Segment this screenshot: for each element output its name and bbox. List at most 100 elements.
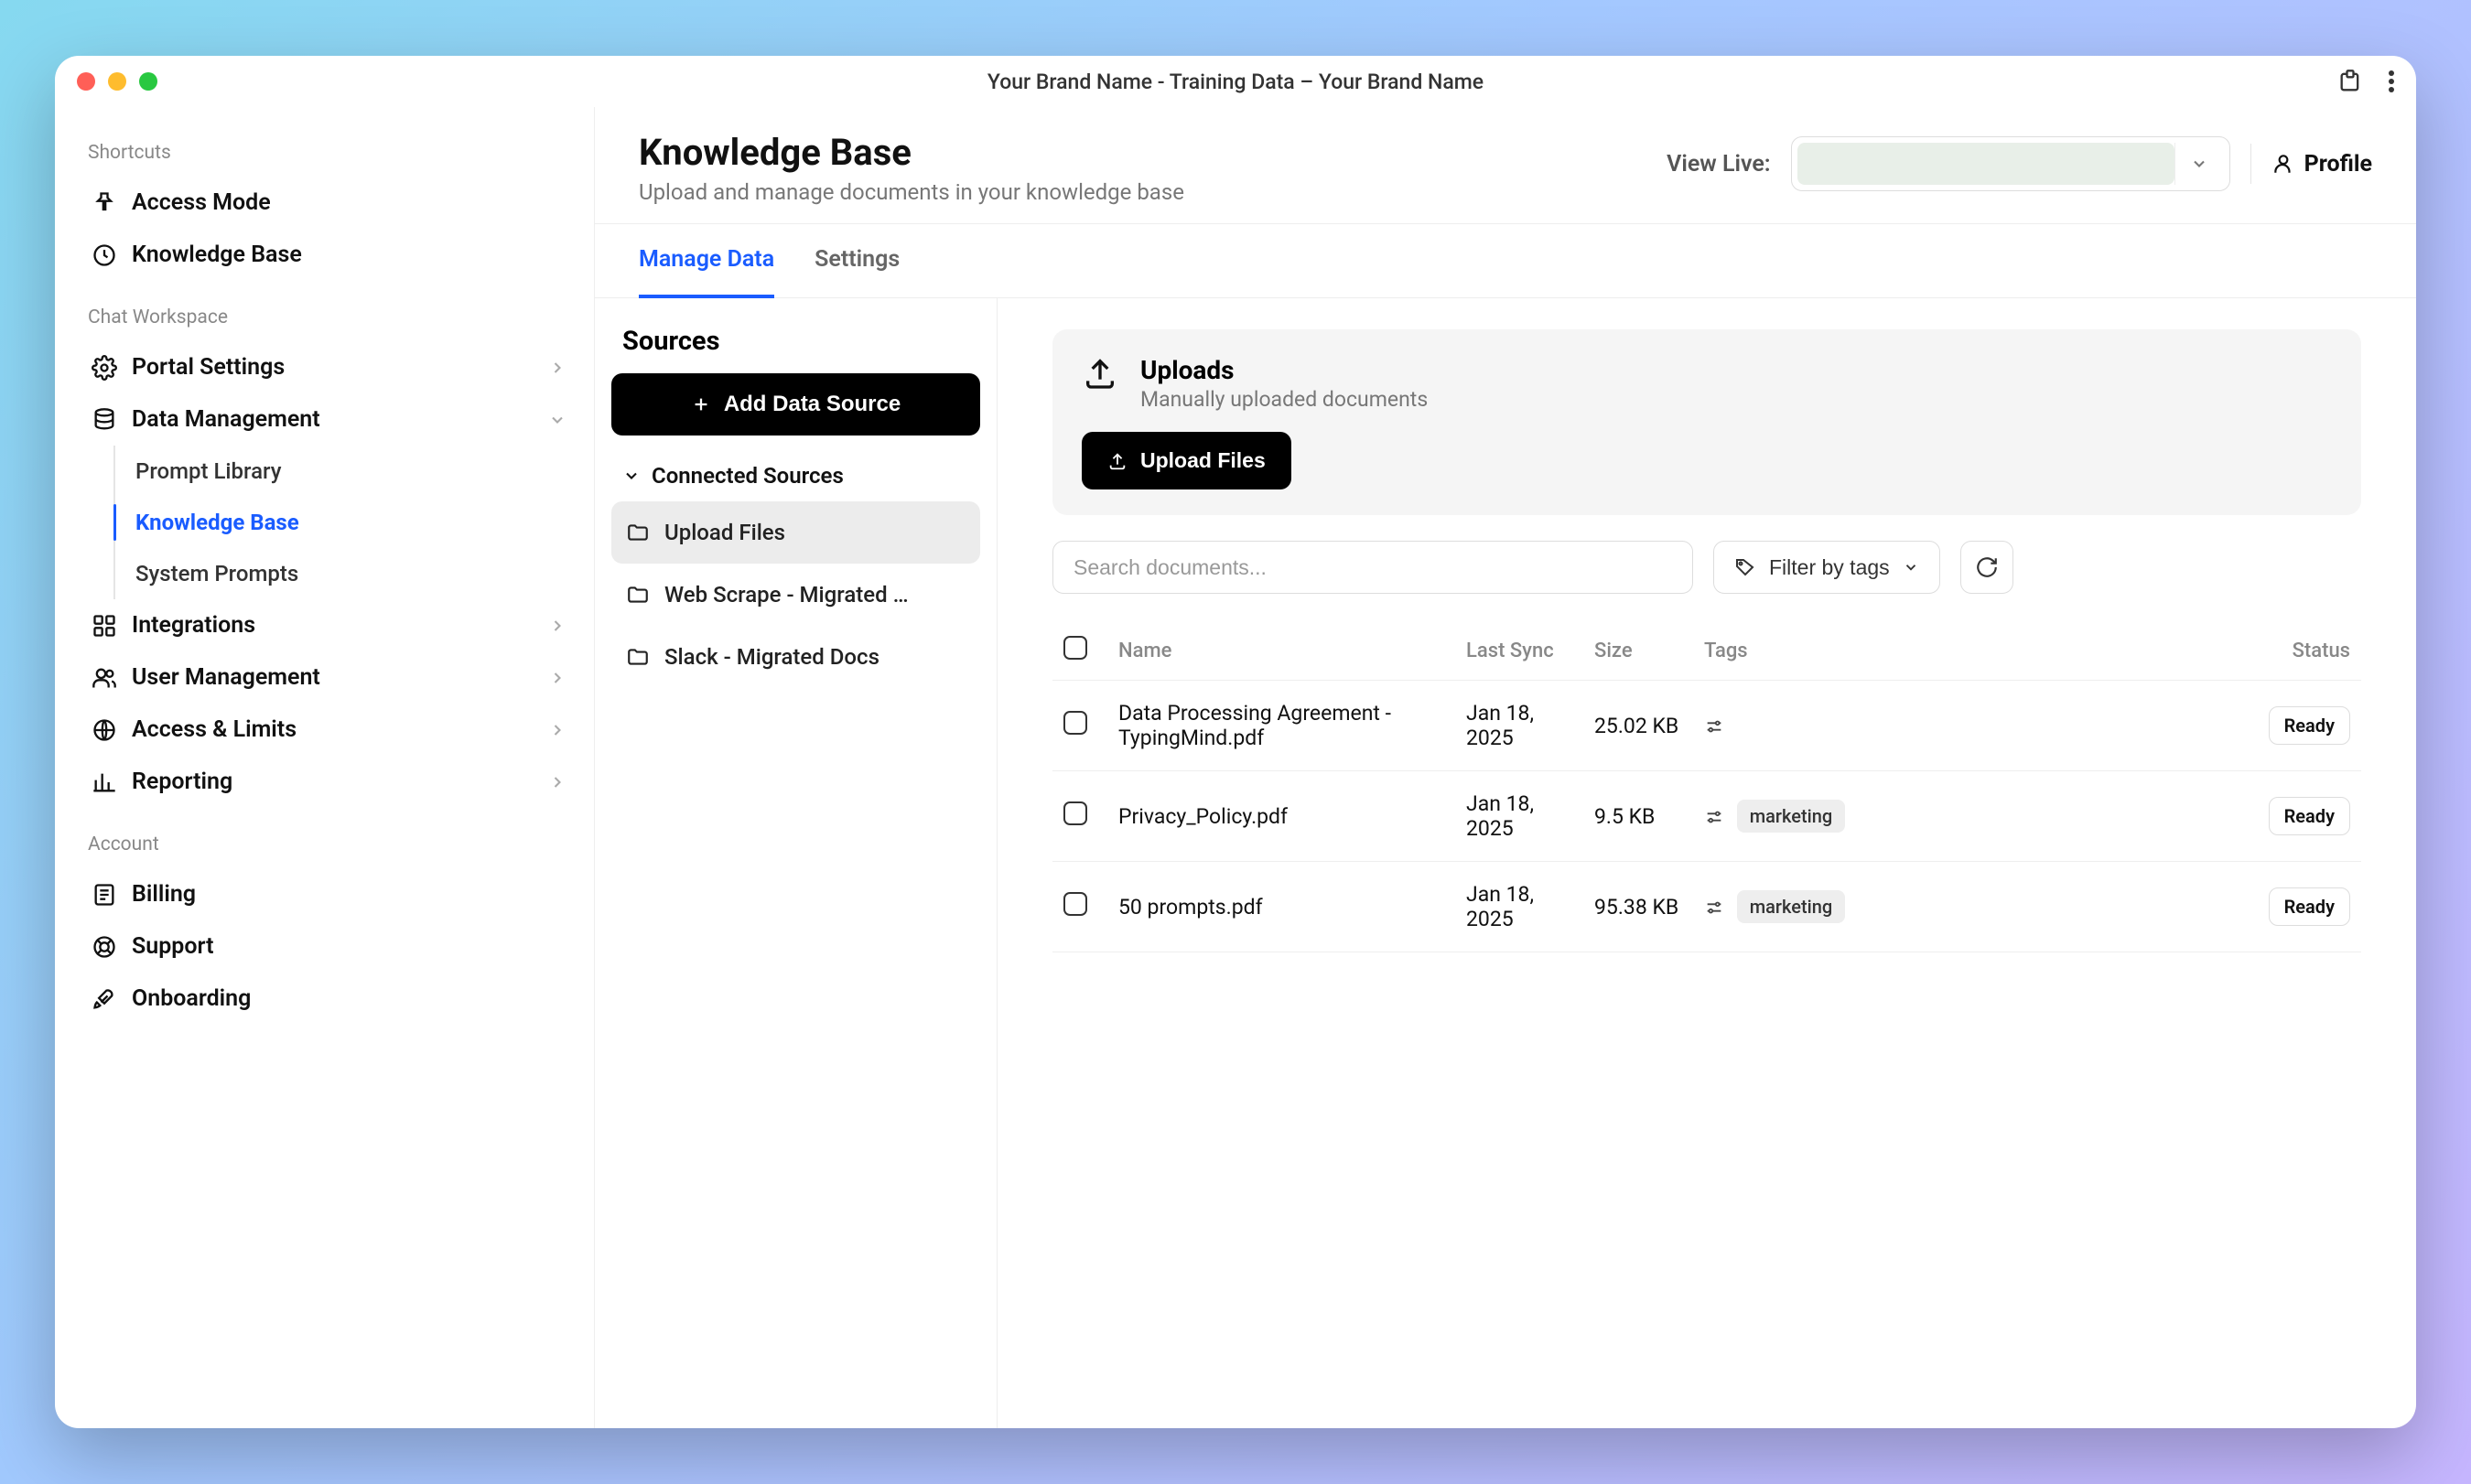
sidebar-item-label: Access Mode	[132, 189, 271, 216]
source-item-web-scrape[interactable]: Web Scrape - Migrated …	[611, 564, 980, 626]
cell-tags: marketing	[1693, 771, 2233, 862]
cell-last-sync: Jan 18, 2025	[1455, 771, 1583, 862]
close-window-button[interactable]	[77, 72, 95, 91]
maximize-window-button[interactable]	[139, 72, 157, 91]
row-checkbox[interactable]	[1063, 801, 1087, 825]
view-live-select[interactable]	[1791, 136, 2230, 191]
page-header: Knowledge Base Upload and manage documen…	[595, 107, 2416, 224]
chevron-right-icon	[548, 669, 566, 687]
folder-icon	[626, 521, 650, 544]
add-data-source-button[interactable]: Add Data Source	[611, 373, 980, 436]
sidebar-item-onboarding[interactable]: Onboarding	[81, 973, 577, 1025]
chevron-right-icon	[548, 721, 566, 739]
cell-name: Data Processing Agreement - TypingMind.p…	[1107, 681, 1455, 771]
bar-chart-icon	[92, 769, 117, 795]
sidebar-item-label: Access & Limits	[132, 716, 297, 743]
plus-icon	[691, 394, 711, 414]
view-live-value	[1797, 143, 2174, 185]
pin-icon	[92, 190, 117, 216]
sidebar-item-knowledge-base-shortcut[interactable]: Knowledge Base	[81, 229, 577, 281]
tag-chip[interactable]: marketing	[1737, 890, 1845, 923]
rocket-icon	[92, 986, 117, 1012]
search-input[interactable]	[1052, 541, 1693, 594]
sidebar-item-support[interactable]: Support	[81, 920, 577, 973]
filter-label: Filter by tags	[1769, 555, 1890, 580]
table-row[interactable]: Privacy_Policy.pdf Jan 18, 2025 9.5 KB m…	[1052, 771, 2361, 862]
uploads-title: Uploads	[1140, 355, 1428, 385]
page-subtitle: Upload and manage documents in your know…	[639, 179, 1184, 205]
documents-area: Uploads Manually uploaded documents Uplo…	[998, 298, 2416, 1428]
sidebar-section-account: Account	[88, 833, 570, 855]
sidebar-item-label: Reporting	[132, 769, 232, 795]
cell-size: 25.02 KB	[1583, 681, 1693, 771]
profile-button[interactable]: Profile	[2271, 151, 2372, 177]
cell-size: 9.5 KB	[1583, 771, 1693, 862]
source-item-label: Web Scrape - Migrated …	[664, 582, 909, 608]
sidebar-item-data-management[interactable]: Data Management	[81, 393, 577, 446]
column-header-size[interactable]: Size	[1583, 621, 1693, 681]
extension-icon[interactable]	[2337, 69, 2363, 94]
chevron-right-icon	[548, 359, 566, 377]
source-item-label: Upload Files	[664, 520, 785, 545]
page-title: Knowledge Base	[639, 131, 1184, 174]
tab-settings[interactable]: Settings	[815, 224, 900, 298]
sidebar-item-portal-settings[interactable]: Portal Settings	[81, 341, 577, 393]
sidebar-subitem-knowledge-base[interactable]: Knowledge Base	[115, 497, 577, 548]
sidebar-item-label: Onboarding	[132, 985, 251, 1012]
uploads-card: Uploads Manually uploaded documents Uplo…	[1052, 329, 2361, 515]
database-icon	[92, 407, 117, 433]
sidebar-subitem-prompt-library[interactable]: Prompt Library	[115, 446, 577, 497]
filter-by-tags-button[interactable]: Filter by tags	[1713, 541, 1940, 594]
select-all-checkbox[interactable]	[1063, 636, 1087, 660]
sidebar-item-label: Support	[132, 933, 214, 960]
chevron-down-icon	[622, 467, 641, 485]
tag-chip[interactable]: marketing	[1737, 800, 1845, 833]
main-content: Knowledge Base Upload and manage documen…	[595, 107, 2416, 1428]
table-row[interactable]: Data Processing Agreement - TypingMind.p…	[1052, 681, 2361, 771]
sidebar-item-billing[interactable]: Billing	[81, 868, 577, 920]
receipt-icon	[92, 882, 117, 908]
sidebar-subitem-system-prompts[interactable]: System Prompts	[115, 548, 577, 599]
connected-sources-header[interactable]: Connected Sources	[611, 436, 980, 501]
table-row[interactable]: 50 prompts.pdf Jan 18, 2025 95.38 KB mar…	[1052, 862, 2361, 952]
sidebar-item-access-limits[interactable]: Access & Limits	[81, 704, 577, 756]
sidebar-item-user-management[interactable]: User Management	[81, 651, 577, 704]
upload-files-button[interactable]: Upload Files	[1082, 432, 1291, 489]
sidebar-item-access-mode[interactable]: Access Mode	[81, 177, 577, 229]
tabs: Manage Data Settings	[595, 224, 2416, 298]
sidebar-item-integrations[interactable]: Integrations	[81, 599, 577, 651]
column-header-status[interactable]: Status	[2233, 621, 2361, 681]
sidebar-item-label: Portal Settings	[132, 354, 285, 381]
cell-status: Ready	[2233, 771, 2361, 862]
sliders-icon[interactable]	[1704, 898, 1724, 918]
kebab-menu-icon[interactable]	[2389, 68, 2394, 95]
minimize-window-button[interactable]	[108, 72, 126, 91]
source-item-slack[interactable]: Slack - Migrated Docs	[611, 626, 980, 688]
users-icon	[92, 665, 117, 691]
status-badge: Ready	[2269, 797, 2350, 835]
refresh-button[interactable]	[1960, 541, 2013, 594]
row-checkbox[interactable]	[1063, 892, 1087, 916]
column-header-last-sync[interactable]: Last Sync	[1455, 621, 1583, 681]
sliders-icon[interactable]	[1704, 807, 1724, 827]
lifebuoy-icon	[92, 934, 117, 960]
sidebar: Shortcuts Access Mode Knowledge Base Cha…	[55, 107, 595, 1428]
chevron-down-icon	[1903, 559, 1919, 575]
status-badge: Ready	[2269, 887, 2350, 926]
column-header-name[interactable]: Name	[1107, 621, 1455, 681]
source-item-upload-files[interactable]: Upload Files	[611, 501, 980, 564]
status-badge: Ready	[2269, 706, 2350, 745]
window-controls	[77, 72, 157, 91]
tab-manage-data[interactable]: Manage Data	[639, 224, 774, 298]
upload-icon	[1107, 451, 1128, 471]
cell-tags	[1693, 681, 2233, 771]
column-header-tags[interactable]: Tags	[1693, 621, 2233, 681]
row-checkbox[interactable]	[1063, 711, 1087, 735]
sidebar-item-label: Integrations	[132, 612, 255, 639]
user-icon	[2271, 152, 2295, 176]
clock-icon	[92, 242, 117, 268]
sidebar-item-reporting[interactable]: Reporting	[81, 756, 577, 808]
cell-last-sync: Jan 18, 2025	[1455, 862, 1583, 952]
sliders-icon[interactable]	[1704, 716, 1724, 737]
sidebar-section-workspace: Chat Workspace	[88, 306, 570, 328]
